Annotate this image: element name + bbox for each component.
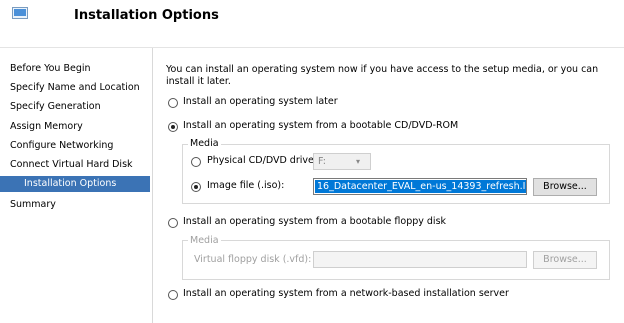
label-install-network[interactable]: Install an operating system from a netwo…: [183, 288, 509, 299]
nav-item-specify-generation[interactable]: Specify Generation: [0, 99, 150, 115]
nav-item-specify-name-location[interactable]: Specify Name and Location: [0, 80, 150, 96]
physical-drive-value: F:: [318, 156, 326, 167]
image-file-value: 16_Datacenter_EVAL_en-us_14393_refresh.I…: [315, 180, 526, 193]
main-panel: You can install an operating system now …: [152, 48, 624, 323]
radio-physical-drive[interactable]: [191, 157, 201, 167]
radio-install-cd[interactable]: [168, 122, 178, 132]
nav-item-summary[interactable]: Summary: [0, 197, 150, 213]
image-file-input[interactable]: 16_Datacenter_EVAL_en-us_14393_refresh.I…: [313, 178, 527, 195]
physical-drive-select[interactable]: F: ▾: [313, 153, 371, 170]
label-image-file[interactable]: Image file (.iso):: [207, 180, 284, 191]
nav-item-before-you-begin[interactable]: Before You Begin: [0, 61, 150, 77]
nav-item-connect-vhd[interactable]: Connect Virtual Hard Disk: [0, 157, 150, 173]
nav-item-assign-memory[interactable]: Assign Memory: [0, 119, 150, 135]
page-title: Installation Options: [74, 8, 219, 23]
browse-iso-button[interactable]: Browse...: [533, 178, 597, 196]
description-text: You can install an operating system now …: [166, 64, 599, 87]
radio-install-floppy[interactable]: [168, 218, 178, 228]
chevron-down-icon: ▾: [356, 157, 361, 166]
cd-media-group-label: Media: [188, 138, 221, 149]
wizard-steps-nav: Before You Begin Specify Name and Locati…: [0, 48, 153, 323]
browse-vfd-button[interactable]: Browse...: [533, 251, 597, 269]
wizard-header: Installation Options: [0, 0, 624, 48]
nav-item-installation-options[interactable]: Installation Options: [0, 176, 150, 192]
floppy-media-group-label: Media: [188, 235, 221, 246]
label-vfd: Virtual floppy disk (.vfd):: [194, 254, 312, 265]
radio-install-network[interactable]: [168, 290, 178, 300]
label-install-later[interactable]: Install an operating system later: [183, 96, 338, 107]
label-install-floppy[interactable]: Install an operating system from a boota…: [183, 216, 446, 227]
nav-item-configure-networking[interactable]: Configure Networking: [0, 138, 150, 154]
vfd-input[interactable]: [313, 251, 527, 268]
radio-image-file[interactable]: [191, 182, 201, 192]
label-physical-drive[interactable]: Physical CD/DVD drive:: [207, 155, 317, 166]
radio-install-later[interactable]: [168, 98, 178, 108]
label-install-cd[interactable]: Install an operating system from a boota…: [183, 120, 458, 131]
hyperv-wizard-icon: [12, 7, 28, 19]
